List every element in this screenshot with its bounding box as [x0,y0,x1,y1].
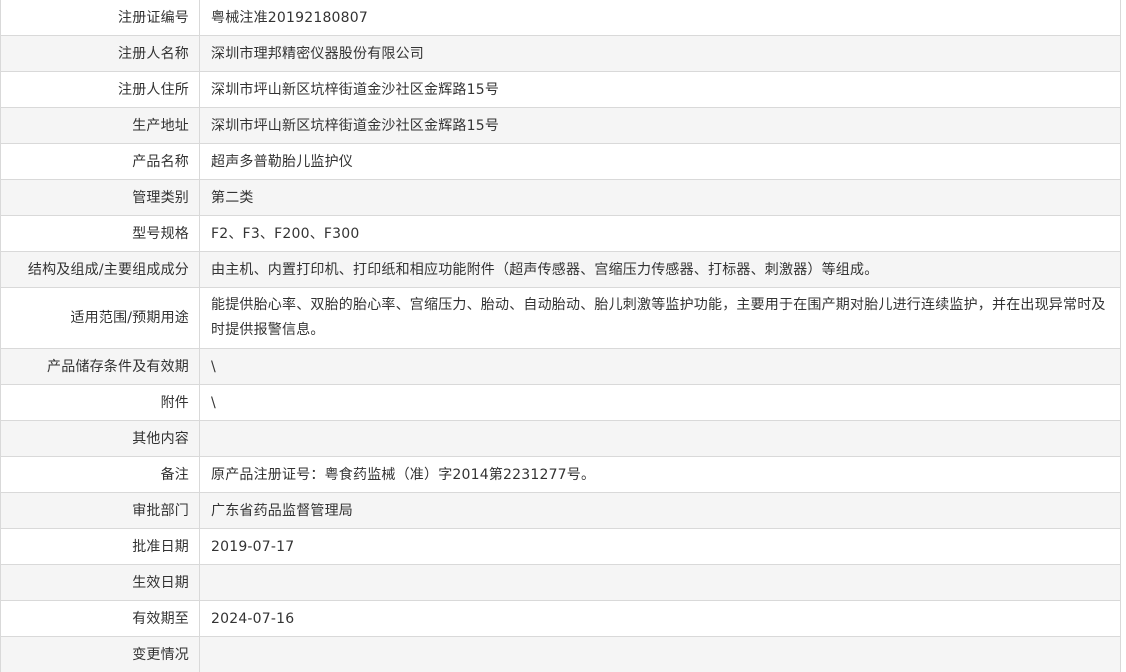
row-label: 批准日期 [0,528,200,565]
row-label: 型号规格 [0,215,200,252]
row-value: 2024-07-16 [199,600,1121,637]
row-approval-department: 审批部门 广东省药品监督管理局 [0,492,1121,529]
row-value: 2019-07-17 [199,528,1121,565]
row-value: 深圳市理邦精密仪器股份有限公司 [199,35,1121,72]
row-value: \ [199,348,1121,385]
row-valid-until: 有效期至 2024-07-16 [0,600,1121,637]
row-value [199,564,1121,601]
row-registration-number: 注册证编号 粤械注准20192180807 [0,0,1121,36]
row-value: 由主机、内置打印机、打印纸和相应功能附件（超声传感器、宫缩压力传感器、打标器、刺… [199,251,1121,288]
registration-detail-page: 注册证编号 粤械注准20192180807 注册人名称 深圳市理邦精密仪器股份有… [0,0,1126,672]
row-attachments: 附件 \ [0,384,1121,421]
row-management-class: 管理类别 第二类 [0,179,1121,216]
row-registrant-name: 注册人名称 深圳市理邦精密仪器股份有限公司 [0,35,1121,72]
row-storage-validity: 产品储存条件及有效期 \ [0,348,1121,385]
row-value: 深圳市坪山新区坑梓街道金沙社区金辉路15号 [199,71,1121,108]
row-label: 注册证编号 [0,0,200,36]
row-value: 深圳市坪山新区坑梓街道金沙社区金辉路15号 [199,107,1121,144]
row-label: 备注 [0,456,200,493]
row-remarks: 备注 原产品注册证号：粤食药监械（准）字2014第2231277号。 [0,456,1121,493]
row-value: 粤械注准20192180807 [199,0,1121,36]
row-label: 注册人名称 [0,35,200,72]
row-change-history: 变更情况 [0,636,1121,672]
row-structure-composition: 结构及组成/主要组成成分 由主机、内置打印机、打印纸和相应功能附件（超声传感器、… [0,251,1121,288]
row-approval-date: 批准日期 2019-07-17 [0,528,1121,565]
row-product-name: 产品名称 超声多普勒胎儿监护仪 [0,143,1121,180]
registration-detail-table: 注册证编号 粤械注准20192180807 注册人名称 深圳市理邦精密仪器股份有… [0,0,1121,672]
row-label: 产品储存条件及有效期 [0,348,200,385]
row-value [199,420,1121,457]
row-intended-use: 适用范围/预期用途 能提供胎心率、双胎的胎心率、宫缩压力、胎动、自动胎动、胎儿刺… [0,287,1121,349]
row-value: 能提供胎心率、双胎的胎心率、宫缩压力、胎动、自动胎动、胎儿刺激等监护功能，主要用… [199,287,1121,349]
row-model-spec: 型号规格 F2、F3、F200、F300 [0,215,1121,252]
row-effective-date: 生效日期 [0,564,1121,601]
row-label: 有效期至 [0,600,200,637]
row-label: 其他内容 [0,420,200,457]
row-label: 注册人住所 [0,71,200,108]
row-value: 原产品注册证号：粤食药监械（准）字2014第2231277号。 [199,456,1121,493]
row-value [199,636,1121,672]
row-label: 产品名称 [0,143,200,180]
row-label: 变更情况 [0,636,200,672]
row-label: 附件 [0,384,200,421]
row-value: F2、F3、F200、F300 [199,215,1121,252]
row-registrant-address: 注册人住所 深圳市坪山新区坑梓街道金沙社区金辉路15号 [0,71,1121,108]
row-value: \ [199,384,1121,421]
row-label: 管理类别 [0,179,200,216]
row-label: 结构及组成/主要组成成分 [0,251,200,288]
row-label: 适用范围/预期用途 [0,287,200,349]
row-production-address: 生产地址 深圳市坪山新区坑梓街道金沙社区金辉路15号 [0,107,1121,144]
row-value: 超声多普勒胎儿监护仪 [199,143,1121,180]
row-label: 生效日期 [0,564,200,601]
row-value: 广东省药品监督管理局 [199,492,1121,529]
row-other-content: 其他内容 [0,420,1121,457]
row-value: 第二类 [199,179,1121,216]
row-label: 生产地址 [0,107,200,144]
row-label: 审批部门 [0,492,200,529]
